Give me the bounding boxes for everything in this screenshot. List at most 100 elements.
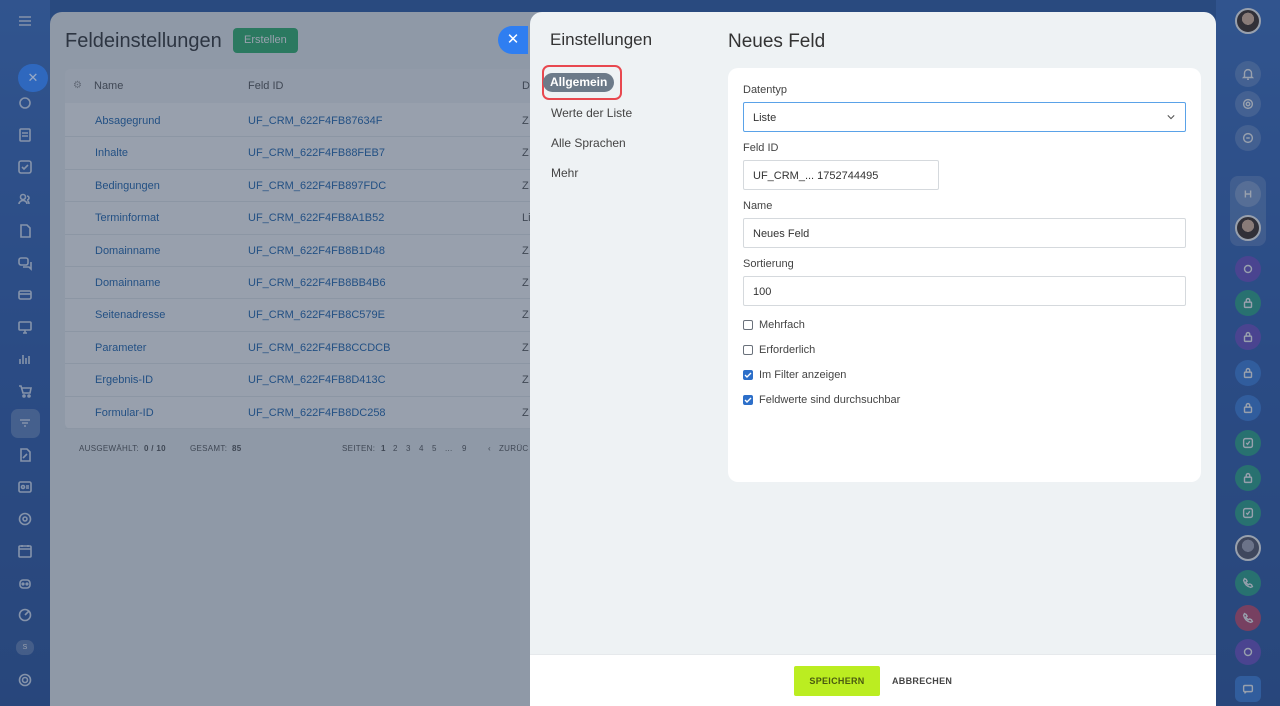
table-row[interactable]: Absagegrund UF_CRM_622F4FB87634F Z xyxy=(65,105,585,138)
sites-badge[interactable]: S xyxy=(16,640,34,655)
table-row[interactable]: Parameter UF_CRM_622F4FB8CCDCB Z xyxy=(65,332,585,365)
checkbox-label: Feldwerte sind durchsuchbar xyxy=(759,394,901,406)
checkbox-show-in-filter[interactable]: Im Filter anzeigen xyxy=(743,367,846,383)
field-settings-slider: Einstellungen Allgemein Werte der Liste … xyxy=(530,12,1216,706)
checkbox-searchable[interactable]: Feldwerte sind durchsuchbar xyxy=(743,392,900,408)
phone-icon[interactable] xyxy=(1235,570,1261,596)
checkbox-required[interactable]: Erforderlich xyxy=(743,342,815,358)
table-row[interactable]: Ergebnis-ID UF_CRM_622F4FB8D413C Z xyxy=(65,364,585,397)
page-link[interactable]: 5 xyxy=(432,431,437,467)
checkbox[interactable] xyxy=(743,320,753,330)
message-icon[interactable] xyxy=(1235,676,1261,702)
checkbox-checked[interactable] xyxy=(743,395,753,405)
selected-label: AUSGEWÄHLT: xyxy=(79,444,140,453)
chevron-down-icon xyxy=(1167,115,1175,120)
chat-avatar[interactable] xyxy=(1235,215,1261,241)
settings-gear-icon[interactable]: ⚙ xyxy=(73,69,82,103)
contacts-icon[interactable] xyxy=(15,189,35,209)
tasks-icon[interactable] xyxy=(15,93,35,113)
checkbox-multiple[interactable]: Mehrfach xyxy=(743,317,805,333)
nav-item-more[interactable]: Mehr xyxy=(551,166,578,180)
chat-icon[interactable] xyxy=(15,253,35,273)
menu-icon[interactable] xyxy=(15,11,35,31)
card-icon[interactable] xyxy=(15,285,35,305)
gear-icon[interactable] xyxy=(15,670,35,690)
chevron-left-icon[interactable]: ‹ xyxy=(488,431,491,467)
page-link[interactable]: 4 xyxy=(419,431,424,467)
table-row[interactable]: Formular-ID UF_CRM_622F4FB8DC258 Z xyxy=(65,397,585,429)
cart-icon[interactable] xyxy=(15,381,35,401)
task-chat-icon[interactable] xyxy=(1235,500,1261,526)
page-link[interactable]: 9 xyxy=(462,431,467,467)
fields-table: ⚙ Name Feld ID D Absagegrund UF_CRM_622F4… xyxy=(65,69,585,453)
name-input[interactable]: Neues Feld xyxy=(743,218,1186,248)
checklist-icon[interactable] xyxy=(15,157,35,177)
task-chat-icon[interactable] xyxy=(1235,430,1261,456)
user-avatar[interactable] xyxy=(1235,8,1261,34)
left-close-icon[interactable]: ✕ xyxy=(18,64,48,92)
checkbox-label: Mehrfach xyxy=(759,319,805,331)
lock-chat-icon[interactable] xyxy=(1235,360,1261,386)
checkbox[interactable] xyxy=(743,345,753,355)
target-icon[interactable] xyxy=(15,509,35,529)
bell-icon[interactable] xyxy=(1235,61,1261,87)
datatype-select[interactable]: Liste xyxy=(743,102,1186,132)
save-button[interactable]: SPEICHERN xyxy=(794,666,880,696)
create-button[interactable]: Erstellen xyxy=(233,28,298,53)
crm-filter-icon[interactable] xyxy=(15,413,35,433)
lock-chat-icon[interactable] xyxy=(1235,395,1261,421)
nav-item-all-languages[interactable]: Alle Sprachen xyxy=(551,136,626,150)
footer-bar: SPEICHERN ABBRECHEN xyxy=(530,654,1216,706)
nav-item-list-values[interactable]: Werte der Liste xyxy=(551,106,632,120)
cancel-button[interactable]: ABBRECHEN xyxy=(892,666,952,696)
phone-icon[interactable] xyxy=(1235,605,1261,631)
table-row[interactable]: Seitenadresse UF_CRM_622F4FB8C579E Z xyxy=(65,299,585,332)
copilot-icon[interactable] xyxy=(1235,91,1261,117)
bot-icon[interactable] xyxy=(15,573,35,593)
goal-icon[interactable] xyxy=(15,605,35,625)
back-link[interactable]: ZURÜC xyxy=(499,431,529,467)
page-link[interactable]: 2 xyxy=(393,431,398,467)
nav-item-general[interactable]: Allgemein xyxy=(543,73,615,92)
search-chat-icon[interactable] xyxy=(1235,125,1261,151)
calendar-icon[interactable] xyxy=(15,541,35,561)
checkbox-checked[interactable] xyxy=(743,370,753,380)
sort-input[interactable]: 100 xyxy=(743,276,1186,306)
chat-avatar[interactable] xyxy=(1235,535,1261,561)
presentation-icon[interactable] xyxy=(15,317,35,337)
datatype-value: Liste xyxy=(753,112,777,124)
feed-icon[interactable] xyxy=(15,125,35,145)
analytics-icon[interactable] xyxy=(15,349,35,369)
page-link[interactable]: 1 xyxy=(381,431,386,467)
table-row[interactable]: Inhalte UF_CRM_622F4FB88FEB7 Z xyxy=(65,137,585,170)
field-settings-page: Feldeinstellungen Erstellen ⚙ Name Feld … xyxy=(50,12,590,706)
settings-title: Einstellungen xyxy=(550,30,653,49)
sort-label: Sortierung xyxy=(743,258,794,270)
column-name[interactable]: Name xyxy=(94,69,123,103)
sign-icon[interactable] xyxy=(15,445,35,465)
column-field-id[interactable]: Feld ID xyxy=(248,69,283,103)
table-row[interactable]: Domainname UF_CRM_622F4FB8B1D48 Z xyxy=(65,235,585,267)
page-title: Feldeinstellungen xyxy=(65,30,222,52)
right-sidebar xyxy=(1216,0,1280,706)
page-link[interactable]: 3 xyxy=(406,431,411,467)
lock-chat-icon[interactable] xyxy=(1235,324,1261,350)
lock-chat-icon[interactable] xyxy=(1235,465,1261,491)
id-card-icon[interactable] xyxy=(15,477,35,497)
left-app-sidebar: S xyxy=(0,0,50,706)
column-type[interactable]: D xyxy=(522,69,530,103)
document-icon[interactable] xyxy=(15,221,35,241)
lock-chat-icon[interactable] xyxy=(1235,290,1261,316)
datatype-label: Datentyp xyxy=(743,84,788,96)
field-id-input[interactable]: UF_CRM_... 1752744495 xyxy=(743,160,939,190)
table-row[interactable]: Terminformat UF_CRM_622F4FB8A1B52 Li xyxy=(65,202,585,235)
check-icon xyxy=(744,372,752,378)
table-row[interactable]: Bedingungen UF_CRM_622F4FB897FDC Z xyxy=(65,170,585,203)
form-card: Datentyp Liste Feld ID UF_CRM_... 175274… xyxy=(728,68,1201,482)
total-value: 85 xyxy=(232,444,242,453)
close-icon[interactable]: ✕ xyxy=(498,26,528,54)
copilot-chat-icon[interactable] xyxy=(1235,256,1261,282)
chat-avatar-h[interactable] xyxy=(1235,181,1261,207)
copilot-chat-icon[interactable] xyxy=(1235,639,1261,665)
table-row[interactable]: Domainname UF_CRM_622F4FB8BB4B6 Z xyxy=(65,267,585,300)
